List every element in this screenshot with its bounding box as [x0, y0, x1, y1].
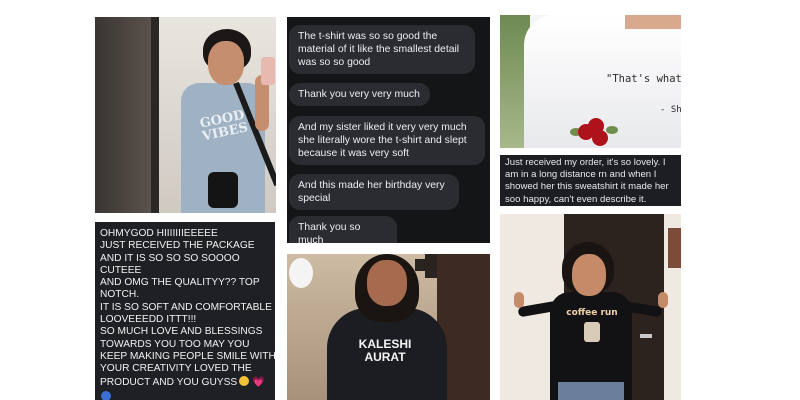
- review-line: JUST RECEIVED THE PACKAGE: [100, 240, 255, 252]
- review-line: IT IS SO SOFT AND COMFORTABLE: [100, 301, 272, 313]
- review-line: OHMYGOD HIIIIIIIEEEEE: [100, 228, 218, 239]
- chat-message: And this made her birthday very special: [289, 174, 459, 210]
- review-line: YOUR CREATIVITY LOVED THE: [100, 363, 252, 375]
- testimonial-photo-coffee-tee: coffee run: [500, 214, 681, 400]
- chat-message: And my sister liked it very very much sh…: [289, 116, 485, 165]
- review-line: LOOVEEEDD ITTT!!!: [100, 314, 197, 326]
- door-background: [95, 17, 151, 213]
- hoodie-print: KALESHI AURAT: [353, 338, 417, 364]
- smiling-face-icon: [239, 375, 250, 386]
- chat-message: The t-shirt was so so good the material …: [289, 25, 475, 74]
- review-line: CUTEEE: [100, 264, 142, 276]
- review-line: TOWARDS YOU TOO MAY YOU: [100, 338, 250, 350]
- face: [208, 41, 244, 85]
- door-frame: [151, 17, 159, 213]
- reaction-icon: [101, 391, 111, 400]
- review-line-last: PRODUCT AND YOU GUYSS 💗: [100, 375, 274, 389]
- review-line: SO MUCH LOVE AND BLESSINGS: [100, 326, 263, 338]
- coffee-cup-graphic: [584, 322, 600, 342]
- testimonial-photo-hoodie: KALESHI AURAT: [287, 254, 490, 400]
- wall-frame: [425, 254, 437, 278]
- pink-heart-icon: 💗: [252, 376, 265, 388]
- review-line: AND OMG THE QUALITYY?? TOP: [100, 277, 260, 289]
- rose-bouquet: [570, 118, 622, 148]
- jeans: [558, 382, 624, 400]
- door-handle: [640, 334, 652, 338]
- review-line: KEEP MAKING PEOPLE SMILE WITH: [100, 350, 275, 362]
- thumbs-up-left: [514, 292, 524, 308]
- neck: [625, 15, 681, 29]
- review-line: AND IT IS SO SO SO SOOOO: [100, 252, 240, 264]
- testimonial-chat-screenshot: The t-shirt was so so good the material …: [287, 17, 490, 243]
- plant: [668, 228, 681, 268]
- tshirt-print: coffee run: [566, 308, 618, 318]
- chat-message: Thank you so much: [289, 216, 397, 243]
- testimonial-photo-selfie: GOOD VIBES: [95, 17, 276, 213]
- testimonial-caption: Just received my order, it's so lovely. …: [500, 155, 681, 206]
- caption-text: Just received my order, it's so lovely. …: [505, 157, 669, 205]
- review-line: PRODUCT AND YOU GUYSS: [100, 376, 238, 388]
- face: [572, 254, 606, 296]
- hoodie-print-line: AURAT: [364, 350, 406, 364]
- review-line: NOTCH.: [100, 289, 140, 301]
- testimonial-photo-sweatshirt: "That's what - She: [500, 15, 681, 148]
- sweatshirt-quote: "That's what: [606, 73, 681, 85]
- testimonial-text-review: OHMYGOD HIIIIIIIEEEEE JUST RECEIVED THE …: [95, 222, 275, 400]
- chat-message: Thank you very very much: [289, 83, 430, 106]
- balloon: [289, 258, 313, 288]
- phone: [261, 57, 275, 85]
- sling-bag: [208, 172, 238, 208]
- face: [367, 260, 407, 306]
- sweatshirt-signature: - She: [660, 105, 681, 115]
- thumbs-up-right: [658, 292, 668, 308]
